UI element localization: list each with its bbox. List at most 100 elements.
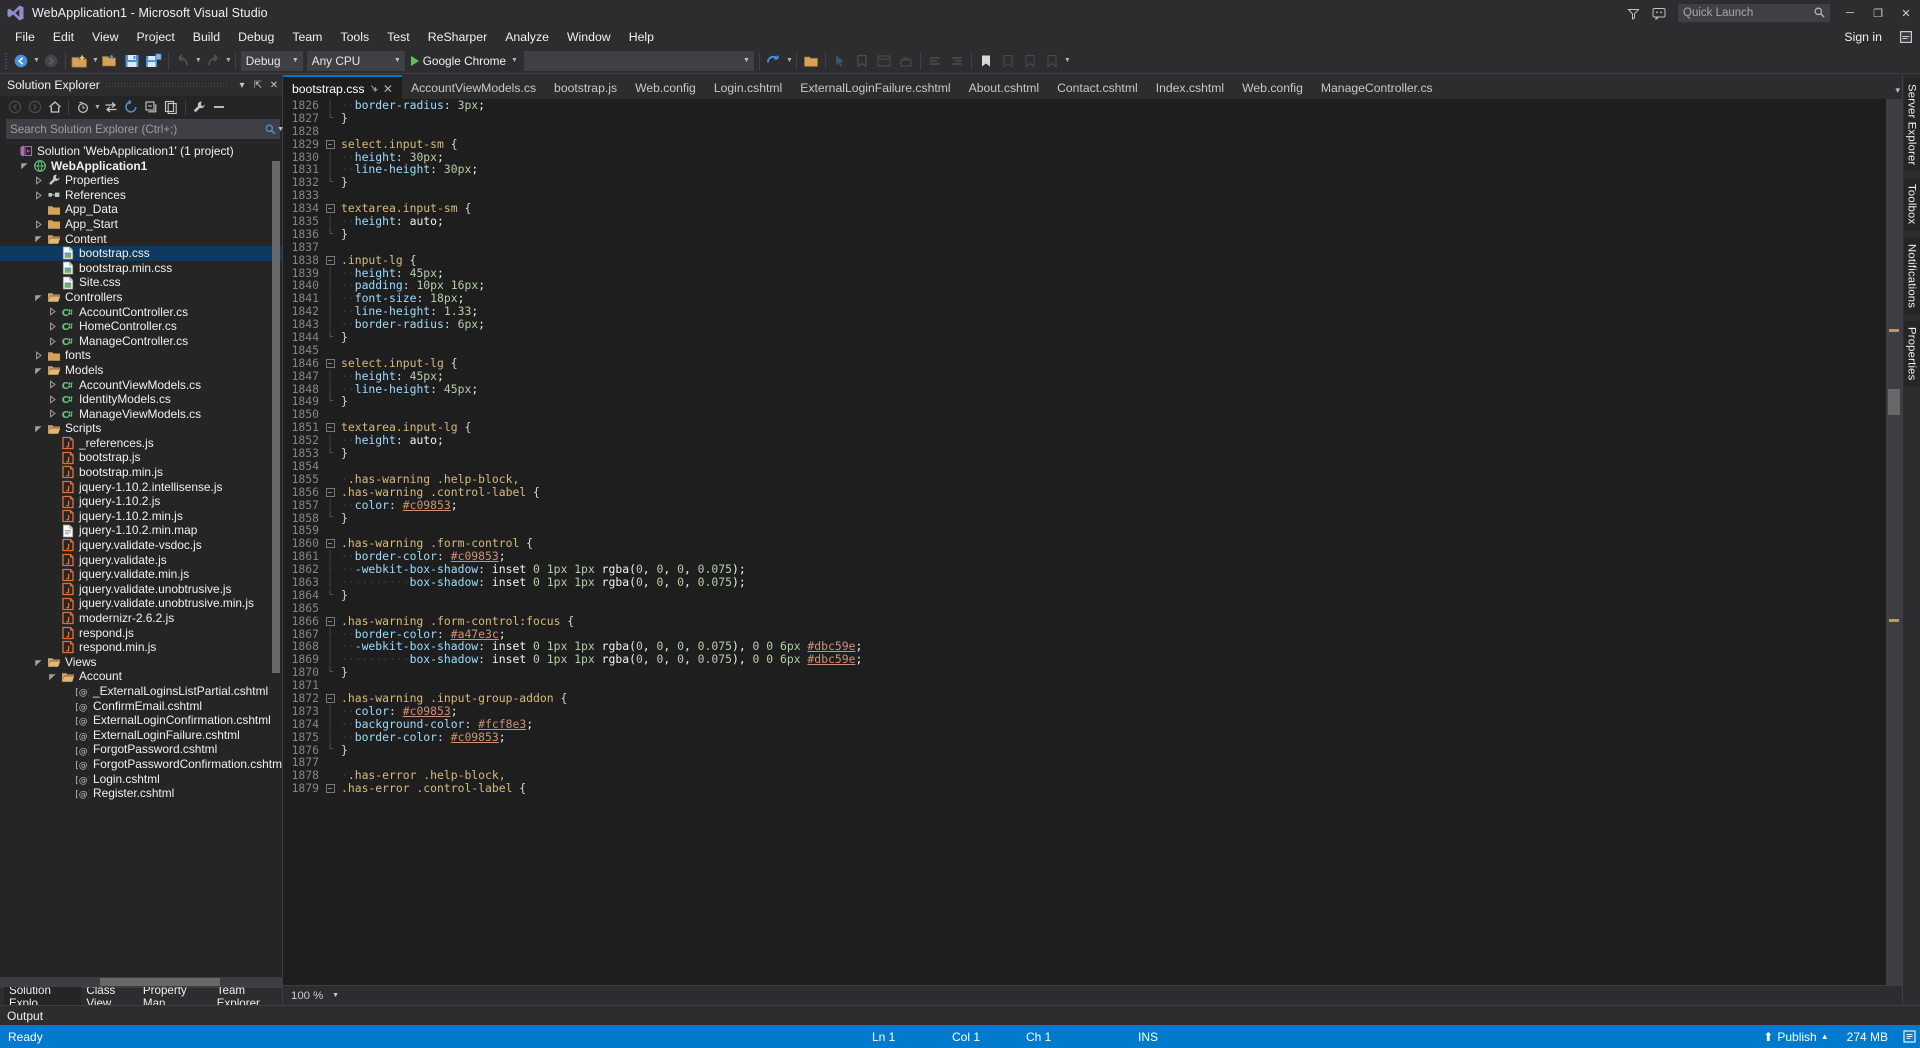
- code-line[interactable]: 1860− .has-warning .form-control {: [283, 537, 1886, 550]
- chevron-right-icon[interactable]: [46, 322, 59, 331]
- new-project-button[interactable]: [69, 50, 91, 72]
- document-tab[interactable]: AccountViewModels.cs: [402, 77, 545, 99]
- menu-help[interactable]: Help: [620, 27, 663, 47]
- code-line[interactable]: 1849 └}: [283, 395, 1886, 408]
- menu-resharper[interactable]: ReSharper: [419, 27, 496, 47]
- home-button[interactable]: [45, 98, 64, 117]
- menu-test[interactable]: Test: [378, 27, 419, 47]
- tree-item[interactable]: [@] ForgotPassword.cshtml: [0, 742, 282, 757]
- feedback-smiley-icon[interactable]: [1646, 0, 1672, 26]
- right-dock-tab[interactable]: Server Explorer: [1903, 78, 1920, 172]
- chevron-right-icon[interactable]: [46, 307, 59, 317]
- toolbar-grip[interactable]: [2, 52, 10, 70]
- tree-item[interactable]: References: [0, 188, 282, 203]
- tree-item[interactable]: C ManageViewModels.cs: [0, 407, 282, 422]
- editor-vertical-scrollbar[interactable]: [1886, 99, 1902, 985]
- collapse-region-icon[interactable]: −: [323, 616, 337, 626]
- editor-scrollbar-thumb[interactable]: [1888, 389, 1900, 415]
- solution-platform-combo[interactable]: Any CPU ▼: [306, 50, 405, 71]
- next-bookmark-button[interactable]: [997, 50, 1019, 72]
- tree-item[interactable]: C IdentityModels.cs: [0, 392, 282, 407]
- collapse-region-icon[interactable]: −: [323, 487, 337, 497]
- chevron-right-icon[interactable]: [32, 219, 45, 229]
- tree-item[interactable]: jquery.validate-vsdoc.js: [0, 538, 282, 553]
- open-file-button[interactable]: [99, 50, 121, 72]
- tree-item[interactable]: [@] ForgotPasswordConfirmation.cshtml: [0, 757, 282, 772]
- tree-item[interactable]: C AccountViewModels.cs: [0, 378, 282, 393]
- chevron-down-icon[interactable]: [32, 658, 45, 667]
- code-line[interactable]: 1848 │ ··line-height: 45px;: [283, 382, 1886, 396]
- tree-item[interactable]: Views: [0, 655, 282, 670]
- chevron-right-icon[interactable]: [46, 409, 59, 419]
- document-tab[interactable]: bootstrap.js: [545, 77, 626, 99]
- tree-item[interactable]: bootstrap.min.css: [0, 261, 282, 276]
- collapse-region-icon[interactable]: −: [323, 423, 337, 433]
- tree-item[interactable]: [@] ExternalLoginConfirmation.cshtml: [0, 713, 282, 728]
- code-line[interactable]: 1834− textarea.input-sm {: [283, 202, 1886, 215]
- code-line[interactable]: 1875 │ ··border-color: #c09853;: [283, 730, 1886, 744]
- new-project-dropdown-icon[interactable]: ▼: [92, 57, 99, 64]
- close-icon[interactable]: ✕: [266, 76, 282, 94]
- code-line[interactable]: 1854: [283, 460, 1886, 473]
- align-right-button[interactable]: [946, 50, 968, 72]
- save-all-button[interactable]: [143, 50, 165, 72]
- code-line[interactable]: 1839 │ ··height: 45px;: [283, 266, 1886, 280]
- tree-item[interactable]: C ManageController.cs: [0, 334, 282, 349]
- chevron-right-icon[interactable]: [46, 336, 59, 346]
- tree-item[interactable]: jquery-1.10.2.min.js: [0, 509, 282, 524]
- tree-item[interactable]: jquery.validate.min.js: [0, 567, 282, 582]
- chevron-right-icon[interactable]: [46, 395, 59, 404]
- code-line[interactable]: 1829− select.input-sm {: [283, 137, 1886, 151]
- collapse-region-icon[interactable]: −: [323, 255, 337, 265]
- pin-icon[interactable]: ⇥: [367, 82, 381, 96]
- tree-item[interactable]: C AccountController.cs: [0, 305, 282, 320]
- quick-launch-input[interactable]: Quick Launch: [1678, 4, 1830, 22]
- tree-item[interactable]: jquery-1.10.2.js: [0, 494, 282, 509]
- code-line[interactable]: 1835 │ ··height: auto;: [283, 215, 1886, 228]
- code-line[interactable]: 1840 │ ··padding: 10px 16px;: [283, 279, 1886, 292]
- code-line[interactable]: 1872− .has-warning .input-group-addon {: [283, 692, 1886, 705]
- editor-zoom-combo[interactable]: 100 % ▼: [287, 987, 343, 1004]
- tree-item[interactable]: Account: [0, 669, 282, 684]
- secondary-combo[interactable]: ▼: [523, 50, 754, 71]
- code-line[interactable]: 1879− .has-error .control-label {: [283, 782, 1886, 795]
- code-line[interactable]: 1874 │ ··background-color: #fcf8e3;: [283, 717, 1886, 731]
- tree-item[interactable]: fonts: [0, 348, 282, 363]
- tree-item[interactable]: Site.css: [0, 275, 282, 290]
- tree-item[interactable]: bootstrap.min.js: [0, 465, 282, 480]
- menu-file[interactable]: File: [6, 27, 44, 47]
- code-line[interactable]: 1863 │ ··········box-shadow: inset 0 1px 1…: [283, 576, 1886, 589]
- code-line[interactable]: 1828: [283, 124, 1886, 138]
- collapse-region-icon[interactable]: −: [323, 204, 337, 214]
- code-line[interactable]: 1847 │ ··height: 45px;: [283, 369, 1886, 383]
- collapse-region-icon[interactable]: −: [323, 539, 337, 549]
- tree-scrollbar-thumb[interactable]: [272, 161, 280, 673]
- tree-item[interactable]: jquery.validate.unobtrusive.min.js: [0, 596, 282, 611]
- code-line[interactable]: 1846− select.input-lg {: [283, 356, 1886, 370]
- properties-wrench-icon[interactable]: [190, 98, 209, 117]
- solution-configuration-combo[interactable]: Debug ▼: [240, 50, 303, 71]
- tree-item[interactable]: respond.min.js: [0, 640, 282, 655]
- document-tab[interactable]: ExternalLoginFailure.cshtml: [791, 77, 959, 99]
- code-line[interactable]: 1869 │ ··········box-shadow: inset 0 1px 1…: [283, 653, 1886, 666]
- undo-dropdown-icon[interactable]: ▼: [195, 57, 202, 64]
- toolbox-button[interactable]: [895, 50, 917, 72]
- browser-link-dropdown-icon[interactable]: ▼: [786, 57, 793, 64]
- tree-item[interactable]: [@] Register.cshtml: [0, 786, 282, 801]
- align-left-button[interactable]: [924, 50, 946, 72]
- code-line[interactable]: 1870 └}: [283, 666, 1886, 679]
- pin-icon[interactable]: ⇱: [250, 76, 266, 94]
- document-tab[interactable]: Web.config: [1233, 77, 1312, 99]
- code-line[interactable]: 1850: [283, 408, 1886, 421]
- preview-selected-items-icon[interactable]: [210, 98, 229, 117]
- solution-tree[interactable]: Solution 'WebApplication1' (1 project) We…: [0, 141, 282, 977]
- chevron-down-icon[interactable]: [32, 424, 45, 433]
- pointer-tool-button[interactable]: [829, 50, 851, 72]
- chevron-right-icon[interactable]: [32, 351, 45, 360]
- tree-item[interactable]: jquery.validate.js: [0, 553, 282, 568]
- tree-item[interactable]: jquery.validate.unobtrusive.js: [0, 582, 282, 597]
- tree-horizontal-scrollbar[interactable]: [0, 977, 282, 987]
- code-line[interactable]: 1857 │ ··color: #c09853;: [283, 498, 1886, 512]
- minimize-button[interactable]: ─: [1836, 0, 1864, 26]
- code-line[interactable]: 1856− .has-warning .control-label {: [283, 485, 1886, 499]
